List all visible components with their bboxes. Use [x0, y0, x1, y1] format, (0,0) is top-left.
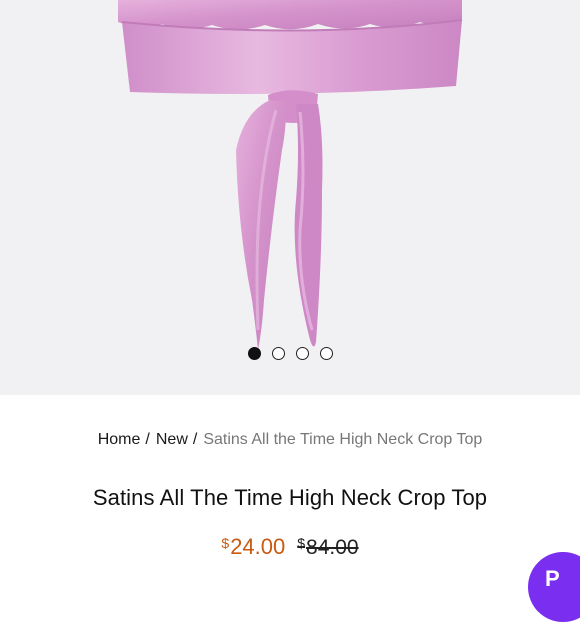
currency-symbol: $ [221, 535, 230, 551]
price-row: $24.00 $84.00 [0, 534, 580, 560]
product-image-gallery[interactable] [0, 0, 580, 395]
breadcrumb-current: Satins All the Time High Neck Crop Top [203, 431, 483, 448]
gallery-dot-3[interactable] [295, 347, 309, 360]
product-title: Satins All The Time High Neck Crop Top [92, 485, 488, 510]
gallery-dot-4[interactable] [319, 347, 333, 360]
original-price-value: 84.00 [306, 536, 359, 559]
gallery-pagination [0, 347, 580, 363]
chat-icon: P [545, 566, 560, 591]
breadcrumb-separator: / [192, 431, 198, 448]
breadcrumb-link-home[interactable]: Home [98, 431, 141, 448]
sale-price-value: 24.00 [230, 534, 286, 559]
chat-button[interactable]: P [528, 552, 580, 622]
gallery-dot-1[interactable] [247, 347, 261, 360]
currency-symbol: $ [297, 535, 306, 551]
sale-price: $24.00 [221, 534, 285, 560]
breadcrumb-separator: / [145, 431, 150, 448]
breadcrumb-link-new[interactable]: New [156, 431, 188, 448]
breadcrumb: Home / New / Satins All the Time High Neck C… [0, 431, 580, 449]
gallery-dot-2[interactable] [271, 347, 285, 360]
original-price: $84.00 [297, 535, 358, 560]
product-image [118, 0, 463, 350]
